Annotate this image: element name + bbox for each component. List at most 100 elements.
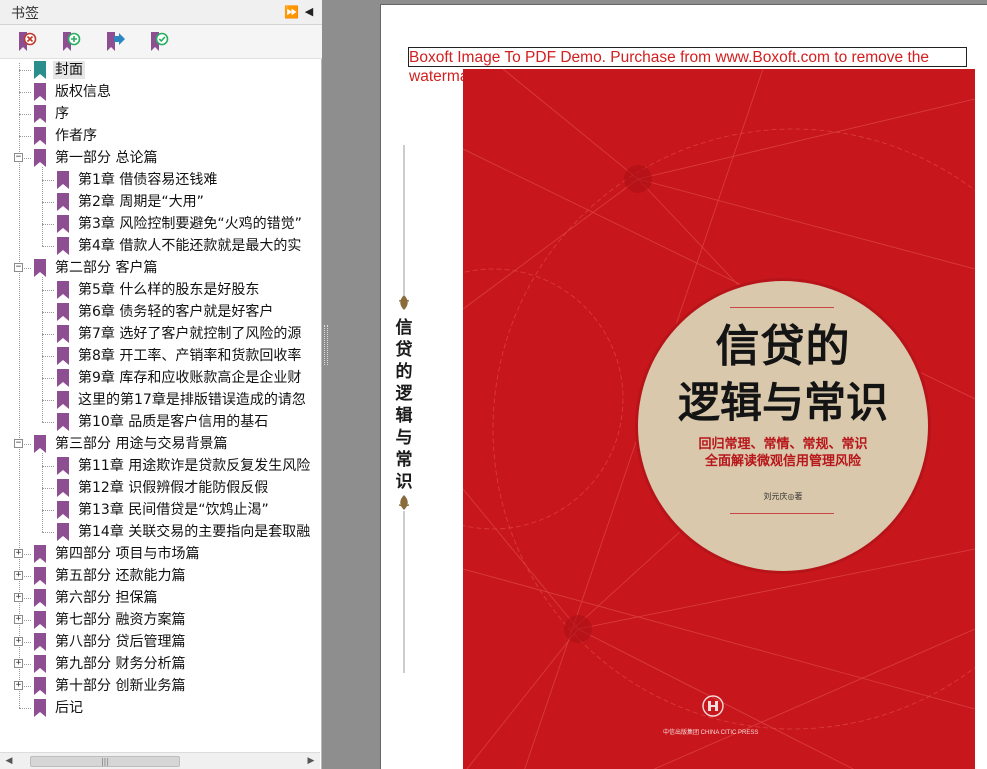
tree-connector-branch	[42, 334, 54, 335]
tree-connector-branch	[42, 290, 54, 291]
collapse-toggle[interactable]: −	[14, 263, 23, 272]
bookmark-subitem[interactable]: 第14章 关联交易的主要指向是套取融	[0, 521, 320, 543]
bookmark-label: 第3章 风险控制要避免“火鸡的错觉”	[78, 216, 302, 232]
bookmark-label: 第四部分 项目与市场篇	[55, 546, 200, 562]
bookmark-icon	[57, 171, 69, 189]
bookmark-label: 版权信息	[55, 84, 111, 100]
cover-title-line1: 信贷的	[715, 321, 851, 372]
bookmark-subitem[interactable]: 第2章 周期是“大用”	[0, 191, 320, 213]
bookmark-item[interactable]: 封面	[0, 59, 320, 81]
bookmark-item[interactable]: + 第五部分 还款能力篇	[0, 565, 320, 587]
bookmark-subitem[interactable]: 第6章 债务轻的客户就是好客户	[0, 301, 320, 323]
bookmark-item[interactable]: + 第九部分 财务分析篇	[0, 653, 320, 675]
scroll-left-arrow[interactable]: ◀	[2, 755, 16, 768]
expand-toggle[interactable]: +	[14, 681, 23, 690]
expand-toggle[interactable]: +	[14, 637, 23, 646]
bookmark-icon	[34, 61, 46, 79]
splitter-grip[interactable]	[324, 325, 328, 365]
bookmark-icon	[57, 237, 69, 255]
bookmark-tree: 封面版权信息序作者序 − 第一部分 总论篇第1章 借债容易还钱难第2章 周期是“大用…	[0, 59, 320, 752]
publisher-logo-icon	[702, 695, 724, 717]
bookmark-item[interactable]: + 第十部分 创新业务篇	[0, 675, 320, 697]
bookmark-label: 第一部分 总论篇	[55, 150, 158, 166]
tree-connector-branch	[42, 202, 54, 203]
document-viewer[interactable]: Boxoft Image To PDF Demo. Purchase from …	[330, 0, 987, 769]
hide-panel-button[interactable]: ◀	[302, 4, 316, 20]
bookmark-icon	[57, 501, 69, 519]
bookmark-subitem[interactable]: 第12章 识假辨假才能防假反假	[0, 477, 320, 499]
bookmark-item[interactable]: 作者序	[0, 125, 320, 147]
cover-rule-top	[730, 307, 834, 308]
bookmark-icon	[57, 303, 69, 321]
bookmark-item[interactable]: − 第三部分 用途与交易背景篇	[0, 433, 320, 455]
bookmark-label: 第三部分 用途与交易背景篇	[55, 436, 228, 452]
cover-title-line2: 逻辑与常识	[677, 378, 888, 427]
bookmark-label: 第6章 债务轻的客户就是好客户	[78, 304, 274, 320]
tree-connector-branch	[42, 180, 54, 181]
bookmark-subitem[interactable]: 这里的第17章是排版错误造成的请忽	[0, 389, 320, 411]
tree-connector-branch	[42, 466, 54, 467]
bookmark-subitem[interactable]: 第3章 风险控制要避免“火鸡的错觉”	[0, 213, 320, 235]
collapse-panel-button[interactable]: ⏩	[284, 4, 299, 20]
delete-bookmark-button[interactable]	[16, 30, 42, 54]
expand-toggle[interactable]: +	[14, 593, 23, 602]
bookmark-item[interactable]: + 第六部分 担保篇	[0, 587, 320, 609]
bookmark-icon	[34, 611, 46, 629]
bookmark-item[interactable]: 后记	[0, 697, 320, 719]
bookmark-label: 第14章 关联交易的主要指向是套取融	[78, 524, 311, 540]
bookmark-subitem[interactable]: 第9章 库存和应收账款高企是企业财	[0, 367, 320, 389]
tree-connector-branch	[42, 378, 54, 379]
collapse-toggle[interactable]: −	[14, 153, 23, 162]
bookmark-subitem[interactable]: 第4章 借款人不能还款就是最大的实	[0, 235, 320, 257]
publisher-name: 中信出版集团 CHINA CITIC PRESS	[663, 730, 759, 736]
spine-ornament-top-icon	[399, 145, 409, 310]
bookmark-item[interactable]: − 第二部分 客户篇	[0, 257, 320, 279]
bookmark-item[interactable]: 序	[0, 103, 320, 125]
bookmark-subitem[interactable]: 第5章 什么样的股东是好股东	[0, 279, 320, 301]
add-bookmark-button[interactable]	[60, 30, 86, 54]
bookmark-icon	[34, 83, 46, 101]
bookmark-label: 第4章 借款人不能还款就是最大的实	[78, 238, 302, 254]
bookmark-item[interactable]: + 第七部分 融资方案篇	[0, 609, 320, 631]
tree-connector-branch	[19, 136, 31, 137]
bookmark-subitem[interactable]: 第13章 民间借贷是“饮鸩止渴”	[0, 499, 320, 521]
scroll-thumb[interactable]: |||	[30, 756, 180, 767]
bookmark-item[interactable]: 版权信息	[0, 81, 320, 103]
bookmark-label: 第1章 借债容易还钱难	[78, 172, 218, 188]
bookmark-subitem[interactable]: 第1章 借债容易还钱难	[0, 169, 320, 191]
bookmark-subitem[interactable]: 第7章 选好了客户就控制了风险的源	[0, 323, 320, 345]
bookmark-icon	[34, 699, 46, 717]
bookmark-label: 第五部分 还款能力篇	[55, 568, 186, 584]
bookmark-item[interactable]: + 第八部分 贷后管理篇	[0, 631, 320, 653]
bookmark-icon	[57, 523, 69, 541]
scroll-right-arrow[interactable]: ▶	[304, 755, 318, 768]
bookmark-icon	[34, 567, 46, 585]
bookmark-label: 第九部分 财务分析篇	[55, 656, 186, 672]
bookmark-toolbar	[0, 25, 322, 59]
expand-toggle[interactable]: +	[14, 549, 23, 558]
bookmark-label: 第二部分 客户篇	[55, 260, 158, 276]
bookmark-subitem[interactable]: 第8章 开工率、产销率和货款回收率	[0, 345, 320, 367]
expand-toggle[interactable]: +	[14, 659, 23, 668]
confirm-bookmark-button[interactable]	[148, 30, 174, 54]
bookmark-subitem[interactable]: 第11章 用途欺诈是贷款反复发生风险	[0, 455, 320, 477]
bookmark-icon	[34, 633, 46, 651]
bookmark-add-icon	[63, 32, 81, 51]
document-page: Boxoft Image To PDF Demo. Purchase from …	[380, 4, 987, 769]
bookmark-subitem[interactable]: 第10章 品质是客户信用的基石	[0, 411, 320, 433]
bookmark-item[interactable]: − 第一部分 总论篇	[0, 147, 320, 169]
bookmark-icon	[57, 391, 69, 409]
bookmark-item[interactable]: + 第四部分 项目与市场篇	[0, 543, 320, 565]
horizontal-scrollbar[interactable]: ◀ ||| ▶	[0, 752, 320, 769]
tree-connector-branch	[42, 224, 54, 225]
panel-splitter[interactable]	[322, 0, 330, 769]
cover-subtitle-line1: 回归常理、常情、常规、常识	[698, 437, 868, 452]
bookmark-label: 第十部分 创新业务篇	[55, 678, 186, 694]
expand-toggle[interactable]: +	[14, 571, 23, 580]
bookmark-label: 第11章 用途欺诈是贷款反复发生风险	[78, 458, 311, 474]
collapse-toggle[interactable]: −	[14, 439, 23, 448]
bookmark-icon	[34, 105, 46, 123]
expand-toggle[interactable]: +	[14, 615, 23, 624]
go-to-bookmark-button[interactable]	[104, 30, 130, 54]
bookmark-check-icon	[151, 32, 169, 51]
